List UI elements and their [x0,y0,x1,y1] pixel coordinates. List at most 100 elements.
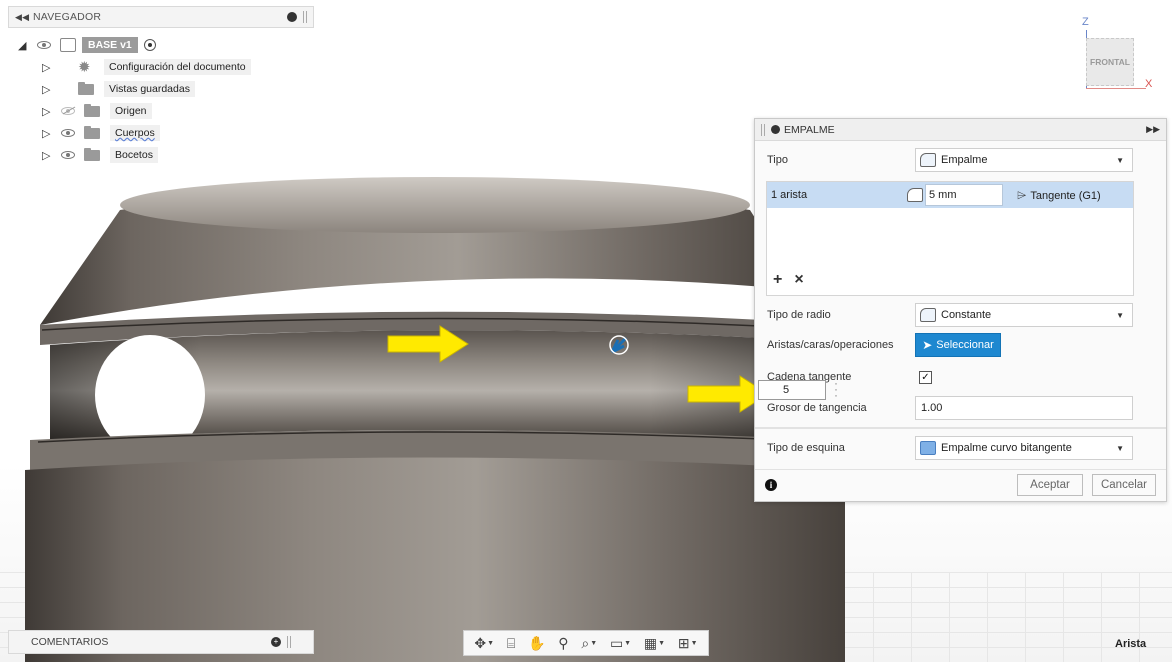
type-label: Tipo [767,154,788,166]
x-axis-line [1086,88,1146,89]
tree-item-label: Configuración del documento [104,59,251,75]
folder-icon [84,103,100,117]
remove-selection-button[interactable]: × [794,271,803,289]
radius-type-row: Tipo de radio Constante ▼ [755,301,1166,329]
edges-label: Aristas/caras/operaciones [767,339,894,351]
x-axis-label: X [1145,78,1153,90]
dialog-pin-icon[interactable] [771,125,780,134]
canvas-viewport[interactable]: ◀◀ NAVEGADOR ◢ BASE v1 ▷ ✹ Configuración… [0,0,1172,662]
navigation-toolbar: ✥ ▼ ⌸ ✋ ⚲ ⌕ ▼ ▭ ▼ ▦ ▼ ⊞ ▼ [463,630,709,656]
corner-type-label: Tipo de esquina [767,442,845,454]
continuity-selector[interactable]: ⌲ Tangente (G1) [1017,188,1101,203]
corner-type-row: Tipo de esquina Empalme curvo bitangente… [755,434,1166,462]
tangency-weight-input[interactable]: 1.00 [915,396,1133,420]
viewports-icon[interactable]: ⊞ ▼ [678,635,698,652]
tree-item-label: Cuerpos [110,125,160,141]
activate-radio-icon[interactable] [143,39,156,51]
folder-icon [84,147,100,161]
floating-value-input[interactable]: 5 [758,380,826,400]
constant-radius-icon [920,308,936,322]
expand-triangle-icon[interactable]: ▷ [42,127,54,140]
eye-icon[interactable] [60,127,78,139]
navigator-panel: ◀◀ NAVEGADOR ◢ BASE v1 ▷ ✹ Configuración… [8,6,314,166]
tree-root[interactable]: ◢ BASE v1 [18,34,314,56]
select-button-label: Seleccionar [936,339,994,351]
resize-grip-icon[interactable] [303,11,307,23]
fillet-dialog-header[interactable]: EMPALME ▶▶ [755,119,1166,141]
tree-item-document-settings[interactable]: ▷ ✹ Configuración del documento [42,56,314,78]
tangent-icon: ⌲ [1017,188,1027,202]
info-icon[interactable]: i [765,479,777,491]
corner-type-dropdown[interactable]: Empalme curvo bitangente ▼ [915,436,1133,460]
add-selection-button[interactable]: + [773,271,782,289]
chevron-down-icon: ▼ [1116,443,1124,453]
radius-field[interactable]: 5 mm [907,184,1003,206]
radius-input[interactable]: 5 mm [925,184,1003,206]
orbit-icon[interactable]: ✥ ▼ [474,635,494,652]
edge-selection-row[interactable]: 1 arista 5 mm ⌲ Tangente (G1) [767,182,1133,208]
pan-icon[interactable]: ✋ [528,635,545,652]
collapse-triangle-icon[interactable]: ◢ [18,39,30,52]
radius-type-dropdown[interactable]: Constante ▼ [915,303,1133,327]
cursor-arrow-icon: ➤ [922,338,933,352]
folder-icon [84,125,100,139]
more-options-icon[interactable]: · · · [834,377,838,401]
zoom-icon[interactable]: ⚲ [558,635,568,652]
grid-icon[interactable]: ▦ ▼ [644,635,665,652]
edges-row: Aristas/caras/operaciones ➤ Seleccionar [755,331,1166,359]
radius-icon [907,188,923,202]
divider [755,427,1166,429]
view-cube-front-face[interactable]: FRONTAL [1086,38,1134,86]
expand-triangle-icon[interactable]: ▷ [42,61,54,74]
type-value: Empalme [941,154,988,166]
tree-item-saved-views[interactable]: ▷ Vistas guardadas [42,78,314,100]
dialog-footer: i Aceptar Cancelar [755,469,1166,499]
tangent-chain-checkbox[interactable]: ✓ [919,370,932,384]
tangency-weight-label: Grosor de tangencia [767,402,867,414]
resize-grip-icon[interactable] [287,636,291,648]
display-settings-icon[interactable]: ▭ ▼ [610,635,631,652]
expand-triangle-icon[interactable]: ▷ [42,83,54,96]
double-left-arrow-icon[interactable]: ◀◀ [15,12,29,23]
fillet-dialog-title: EMPALME [784,123,835,136]
tree-item-label: Vistas guardadas [104,81,195,97]
navigator-title: NAVEGADOR [33,11,102,23]
view-cube[interactable]: Z X FRONTAL [1074,16,1160,96]
continuity-value: Tangente (G1) [1030,189,1101,202]
ok-button[interactable]: Aceptar [1017,474,1083,496]
expand-triangle-icon[interactable]: ▷ [42,105,54,118]
root-label: BASE v1 [82,37,138,53]
selection-status: Arista [1115,638,1147,650]
annotation-arrow-icon [387,325,469,363]
drag-grip-icon[interactable] [761,123,765,136]
tree-item-sketches[interactable]: ▷ Bocetos [42,144,314,166]
edge-selection-table[interactable]: 1 arista 5 mm ⌲ Tangente (G1) + × [766,181,1134,296]
cancel-button[interactable]: Cancelar [1092,474,1156,496]
browser-tree: ◢ BASE v1 ▷ ✹ Configuración del document… [8,34,314,166]
folder-icon [78,81,94,95]
type-dropdown[interactable]: Empalme ▼ [915,148,1133,172]
eye-icon[interactable] [36,39,54,51]
pin-icon[interactable] [287,12,297,22]
look-at-icon[interactable]: ⌸ [507,635,515,652]
add-comment-icon[interactable]: + [271,637,281,647]
eye-icon[interactable] [60,149,78,161]
navigator-header[interactable]: ◀◀ NAVEGADOR [8,6,314,28]
selection-actions: + × [773,271,804,289]
z-axis-label: Z [1082,16,1089,28]
expand-right-icon[interactable]: ▶▶ [1146,124,1160,135]
chevron-down-icon: ▼ [1116,155,1124,165]
tree-item-origin[interactable]: ▷ Origen [42,100,314,122]
select-button[interactable]: ➤ Seleccionar [915,333,1001,357]
comments-panel[interactable]: COMENTARIOS + [8,630,314,654]
fit-icon[interactable]: ⌕ ▼ [581,635,597,652]
comments-title: COMENTARIOS [31,636,109,648]
gear-icon: ✹ [78,58,91,76]
eye-hidden-icon[interactable] [60,105,78,117]
expand-triangle-icon[interactable]: ▷ [42,149,54,162]
radius-type-label: Tipo de radio [767,309,831,321]
chevron-down-icon: ▼ [1116,310,1124,320]
corner-type-icon [920,441,936,455]
tree-item-bodies[interactable]: ▷ Cuerpos [42,122,314,144]
component-icon [60,38,76,52]
